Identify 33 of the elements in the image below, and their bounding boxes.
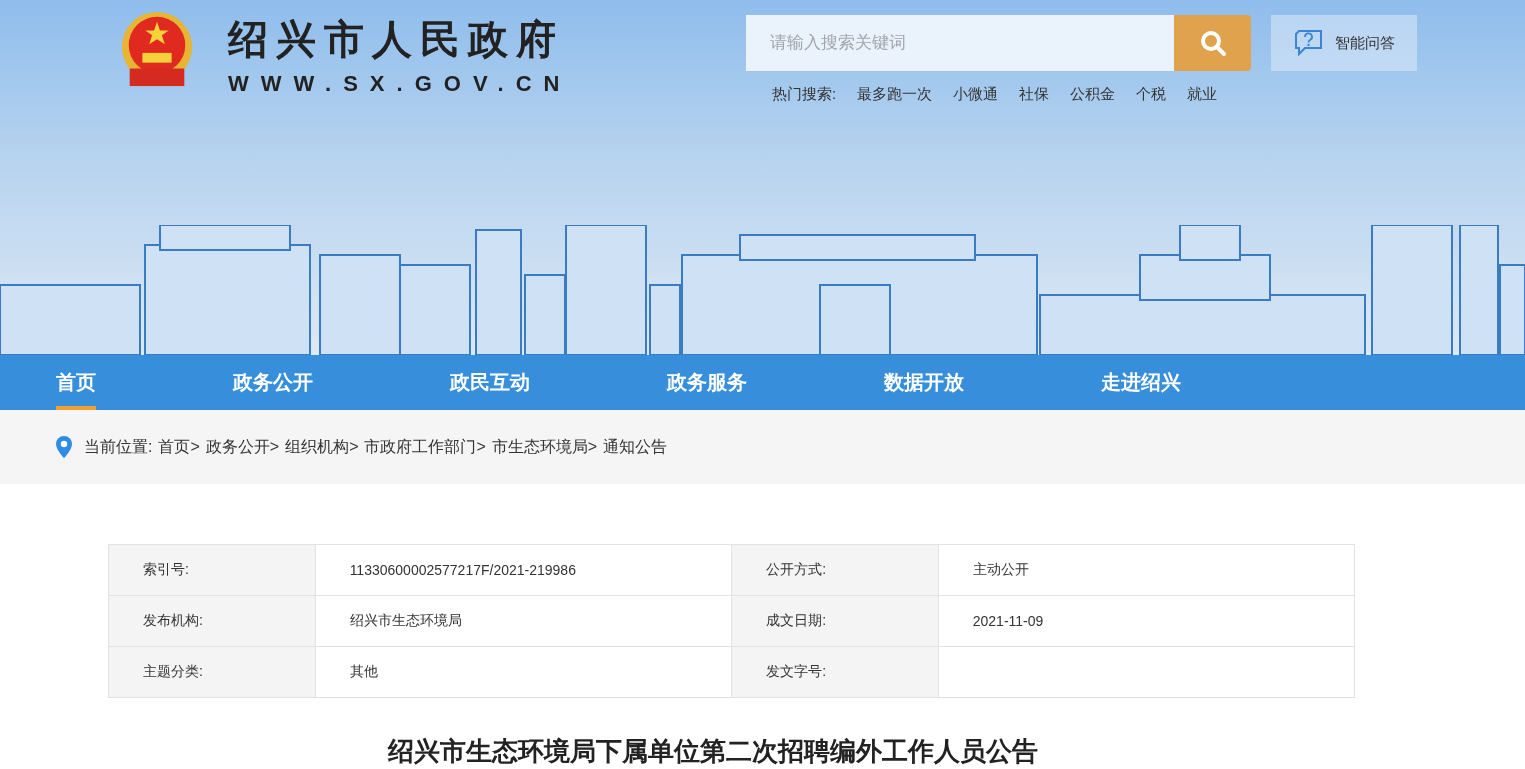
question-bubble-icon xyxy=(1293,28,1325,58)
field-value: 主动公开 xyxy=(938,544,1355,596)
article-title: 绍兴市生态环境局下属单位第二次招聘编外工作人员公告 xyxy=(386,735,1039,768)
field-label: 发文字号: xyxy=(731,646,939,698)
breadcrumb-link[interactable]: 市生态环境局> xyxy=(491,436,598,458)
field-label: 成文日期: xyxy=(731,595,939,647)
location-pin-icon xyxy=(54,435,74,459)
hot-search-link[interactable]: 小微通 xyxy=(953,85,999,104)
site-title: 绍兴市人民政府 xyxy=(228,14,565,64)
field-label: 公开方式: xyxy=(731,544,939,596)
breadcrumb-link[interactable]: 通知公告 xyxy=(603,436,668,458)
field-label: 主题分类: xyxy=(108,646,316,698)
field-label: 发布机构: xyxy=(108,595,316,647)
qa-button[interactable]: 智能问答 xyxy=(1271,15,1417,71)
breadcrumb-label: 当前位置: xyxy=(84,436,153,457)
field-value: 2021-11-09 xyxy=(938,595,1355,647)
search-button[interactable] xyxy=(1174,15,1251,71)
field-label: 索引号: xyxy=(108,544,316,596)
field-value: 11330600002577217F/2021-219986 xyxy=(315,544,732,596)
breadcrumb-link[interactable]: 政务公开> xyxy=(205,436,280,458)
breadcrumb-link[interactable]: 首页> xyxy=(158,436,200,458)
hot-search-link[interactable]: 就业 xyxy=(1187,85,1218,104)
hot-search-link[interactable]: 最多跑一次 xyxy=(857,85,933,104)
hot-search-label: 热门搜索: xyxy=(772,85,837,104)
site-domain: WWW.SX.GOV.CN xyxy=(228,71,572,97)
field-value: 其他 xyxy=(315,646,732,698)
hot-search-link[interactable]: 个税 xyxy=(1136,85,1167,104)
hot-search-link[interactable]: 社保 xyxy=(1019,85,1050,104)
breadcrumb-link[interactable]: 组织机构> xyxy=(285,436,359,458)
hot-search-link[interactable]: 公积金 xyxy=(1070,85,1116,104)
search-field[interactable]: 请输入搜索关键词 xyxy=(746,15,1174,71)
field-value: 绍兴市生态环境局 xyxy=(315,595,732,647)
breadcrumb-link[interactable]: 市政府工作部门> xyxy=(364,436,486,458)
